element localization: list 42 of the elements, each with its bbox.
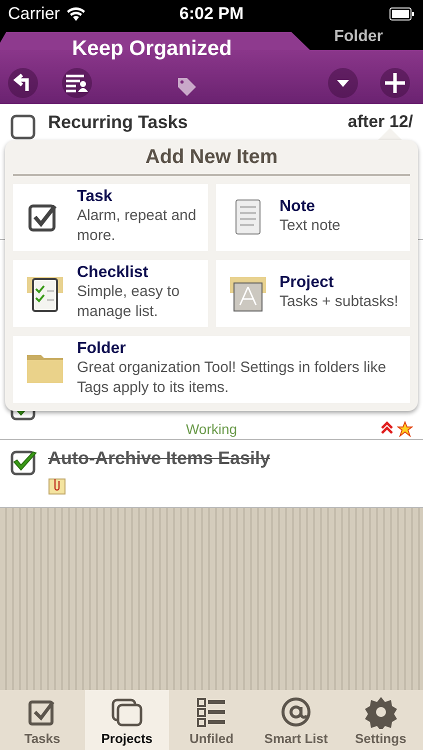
clock-time: 6:02 PM xyxy=(179,4,244,24)
checkbox-icon xyxy=(28,700,55,726)
settings-icon xyxy=(364,697,397,729)
folder-icon xyxy=(27,354,63,382)
caret-icon xyxy=(336,78,350,88)
at-sign-icon xyxy=(282,698,311,726)
checkbox-icon xyxy=(28,204,57,231)
due-date: after 12/ xyxy=(348,112,413,132)
tab-bar-item[interactable]: Smart List xyxy=(254,690,338,750)
checkbox-icon[interactable] xyxy=(10,112,38,140)
new-item-option[interactable]: Folder Great organization Tool! Settings in folders like Tags apply to its items. xyxy=(13,336,410,403)
task-title: Recurring Tasks xyxy=(48,112,188,133)
status-label: Working xyxy=(186,421,238,437)
checked-checkbox-icon[interactable] xyxy=(10,448,38,476)
carrier-label: Carrier xyxy=(8,4,60,24)
list-icon xyxy=(197,698,228,727)
project-folder-icon xyxy=(230,276,266,311)
star-icon[interactable] xyxy=(397,421,413,437)
tab-bar-item[interactable]: Tasks xyxy=(0,690,85,750)
tab-bar-item[interactable]: Projects xyxy=(84,690,170,750)
new-item-option[interactable]: Checklist Simple, easy to manage list. xyxy=(13,260,208,327)
folders-icon xyxy=(112,698,142,726)
folder-title: Keep Organized xyxy=(72,37,232,61)
new-item-option[interactable]: Project Tasks + subtasks! xyxy=(216,260,410,327)
tag-icon[interactable] xyxy=(176,76,198,98)
wifi-icon xyxy=(66,6,86,22)
back-button[interactable] xyxy=(8,68,38,98)
list-person-icon xyxy=(65,73,89,93)
assign-list-button[interactable] xyxy=(62,68,92,98)
battery-icon xyxy=(389,7,415,21)
task-title: Auto-Archive Items Easily xyxy=(48,448,270,469)
tab-bar-item[interactable]: Settings xyxy=(338,690,423,750)
new-item-option[interactable]: Note Text note xyxy=(216,184,410,251)
parent-tab[interactable]: Folder xyxy=(334,28,383,46)
new-item-option[interactable]: Task Alarm, repeat and more. xyxy=(13,184,208,251)
add-button[interactable] xyxy=(380,68,410,98)
note-icon xyxy=(235,199,260,234)
popover-title: Add New Item xyxy=(13,140,410,176)
clipboard-icon xyxy=(27,276,63,312)
tab-bar-item[interactable]: Unfiled xyxy=(169,690,254,750)
plus-icon xyxy=(384,72,406,94)
dropdown-button[interactable] xyxy=(328,68,358,98)
